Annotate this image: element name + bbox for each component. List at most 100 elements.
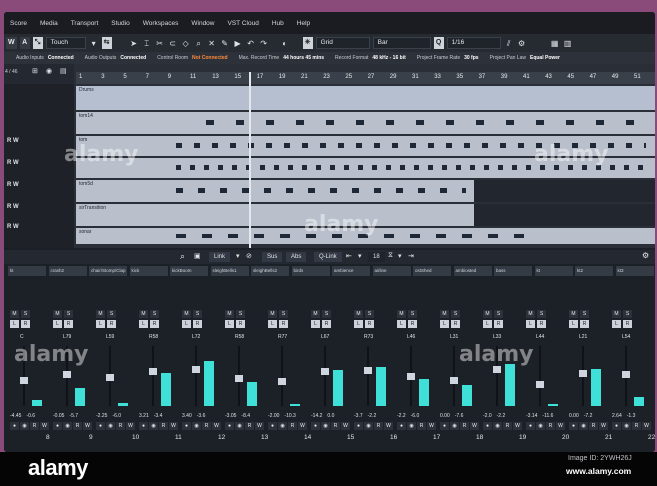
- snap-type-select[interactable]: Grid: [315, 37, 370, 49]
- range-tool-icon[interactable]: ⌶: [142, 38, 152, 49]
- volume-value[interactable]: -2.00: [268, 413, 279, 419]
- pan-value[interactable]: L33: [493, 334, 507, 340]
- quantize-select[interactable]: 1/16: [446, 37, 501, 49]
- solo-button[interactable]: S: [21, 310, 30, 318]
- write-automation-button[interactable]: W: [384, 422, 393, 430]
- volume-value[interactable]: 0.00: [440, 413, 450, 419]
- mixer-view-icon[interactable]: ▣: [194, 252, 201, 260]
- read-button[interactable]: R: [322, 320, 331, 328]
- volume-value[interactable]: -2.25: [96, 413, 107, 419]
- status-value[interactable]: Connected: [48, 55, 74, 61]
- write-automation-button[interactable]: W: [126, 422, 135, 430]
- fader-handle[interactable]: [321, 368, 329, 376]
- redo-icon[interactable]: ↷: [259, 38, 269, 49]
- peak-value[interactable]: -11.6: [542, 413, 553, 419]
- zoom-tool-icon[interactable]: ⌕: [194, 38, 204, 49]
- status-value[interactable]: 30 fps: [464, 55, 478, 61]
- play-tool-icon[interactable]: ▶: [233, 38, 243, 49]
- record-button[interactable]: ●: [569, 422, 578, 430]
- track-lane-tom5d[interactable]: tom5d: [76, 180, 655, 202]
- record-button[interactable]: ●: [182, 422, 191, 430]
- mute-button[interactable]: M: [182, 310, 191, 318]
- mute-button[interactable]: M: [53, 310, 62, 318]
- mute-button[interactable]: M: [397, 310, 406, 318]
- mute-button[interactable]: M: [483, 310, 492, 318]
- pan-value[interactable]: R58: [149, 334, 163, 340]
- track-rw-5[interactable]: R W: [7, 224, 19, 230]
- mute-button[interactable]: M: [225, 310, 234, 318]
- read-button[interactable]: R: [236, 320, 245, 328]
- peak-value[interactable]: -2.2: [368, 413, 377, 419]
- volume-value[interactable]: -0.05: [53, 413, 64, 419]
- iterative-quantize-icon[interactable]: ⫽: [504, 38, 514, 49]
- channel-name-tab[interactable]: sleighBells1: [210, 266, 249, 276]
- time-ruler[interactable]: 1 3 5 7 9 11 13 15 17 19 21 23 25 27 29 31 33 35 37 39 41 43 4…: [76, 72, 655, 84]
- peak-value[interactable]: -7.2: [584, 413, 593, 419]
- volume-value[interactable]: -3.7: [354, 413, 363, 419]
- read-automation-button[interactable]: R: [288, 422, 297, 430]
- read-automation-button[interactable]: R: [331, 422, 340, 430]
- pan-value[interactable]: L79: [63, 334, 77, 340]
- mute-button[interactable]: M: [268, 310, 277, 318]
- solo-button[interactable]: S: [580, 310, 589, 318]
- mixer-settings-icon[interactable]: ⚙: [642, 251, 649, 260]
- record-button[interactable]: ●: [311, 422, 320, 430]
- volume-value[interactable]: 3.21: [139, 413, 149, 419]
- record-button[interactable]: ●: [96, 422, 105, 430]
- record-button[interactable]: ●: [268, 422, 277, 430]
- pan-value[interactable]: L44: [536, 334, 550, 340]
- pan-value[interactable]: L59: [106, 334, 120, 340]
- volume-value[interactable]: -2.0: [483, 413, 492, 419]
- listen-button[interactable]: L: [225, 320, 234, 328]
- monitor-button[interactable]: ◉: [192, 422, 201, 430]
- record-button[interactable]: ●: [397, 422, 406, 430]
- pan-value[interactable]: R58: [235, 334, 249, 340]
- peak-value[interactable]: 0.0: [327, 413, 334, 419]
- channel-name-tab[interactable]: kt2: [575, 266, 613, 276]
- read-button[interactable]: R: [365, 320, 374, 328]
- volume-value[interactable]: 3.40: [182, 413, 192, 419]
- listen-button[interactable]: L: [182, 320, 191, 328]
- peak-value[interactable]: -3.4: [154, 413, 163, 419]
- nudge-icon[interactable]: ◐: [280, 38, 290, 49]
- channel-name-tab[interactable]: sleighBells2: [251, 266, 289, 276]
- peak-value[interactable]: -10.3: [284, 413, 295, 419]
- mute-button[interactable]: M: [569, 310, 578, 318]
- listen-button[interactable]: L: [10, 320, 19, 328]
- record-button[interactable]: ●: [225, 422, 234, 430]
- status-value[interactable]: Equal Power: [530, 55, 560, 61]
- write-automation-button[interactable]: W: [169, 422, 178, 430]
- solo-button[interactable]: S: [64, 310, 73, 318]
- peak-value[interactable]: -1.3: [627, 413, 636, 419]
- pan-value[interactable]: C: [20, 334, 34, 340]
- channel-name-tab[interactable]: crash2: [48, 266, 87, 276]
- read-automation-button[interactable]: R: [245, 422, 254, 430]
- write-automation-button[interactable]: W: [427, 422, 436, 430]
- status-value[interactable]: 48 kHz - 16 bit: [372, 55, 405, 61]
- folder-icon[interactable]: ▤: [60, 67, 67, 75]
- track-rw-3[interactable]: R W: [7, 182, 19, 188]
- monitor-button[interactable]: ◉: [493, 422, 502, 430]
- record-button[interactable]: ●: [440, 422, 449, 430]
- read-automation-button[interactable]: R: [460, 422, 469, 430]
- pan-value[interactable]: R77: [278, 334, 292, 340]
- record-button[interactable]: ●: [53, 422, 62, 430]
- channel-name-tab[interactable]: kickBoom: [170, 266, 208, 276]
- write-automation-button[interactable]: W: [40, 422, 49, 430]
- read-automation-button[interactable]: R: [503, 422, 512, 430]
- listen-button[interactable]: L: [96, 320, 105, 328]
- channel-name-tab[interactable]: bass: [494, 266, 532, 276]
- solo-button[interactable]: S: [408, 310, 417, 318]
- write-automation-button[interactable]: W: [298, 422, 307, 430]
- read-button[interactable]: R: [537, 320, 546, 328]
- record-button[interactable]: ●: [526, 422, 535, 430]
- volume-value[interactable]: -3.05: [225, 413, 236, 419]
- status-value[interactable]: 44 hours 45 mins: [283, 55, 324, 61]
- pan-value[interactable]: L67: [321, 334, 335, 340]
- link-dropdown-icon[interactable]: ▾: [236, 252, 240, 260]
- read-button[interactable]: R: [623, 320, 632, 328]
- listen-button[interactable]: L: [53, 320, 62, 328]
- read-automation-button[interactable]: R: [73, 422, 82, 430]
- read-automation-button[interactable]: R: [159, 422, 168, 430]
- solo-button[interactable]: S: [623, 310, 632, 318]
